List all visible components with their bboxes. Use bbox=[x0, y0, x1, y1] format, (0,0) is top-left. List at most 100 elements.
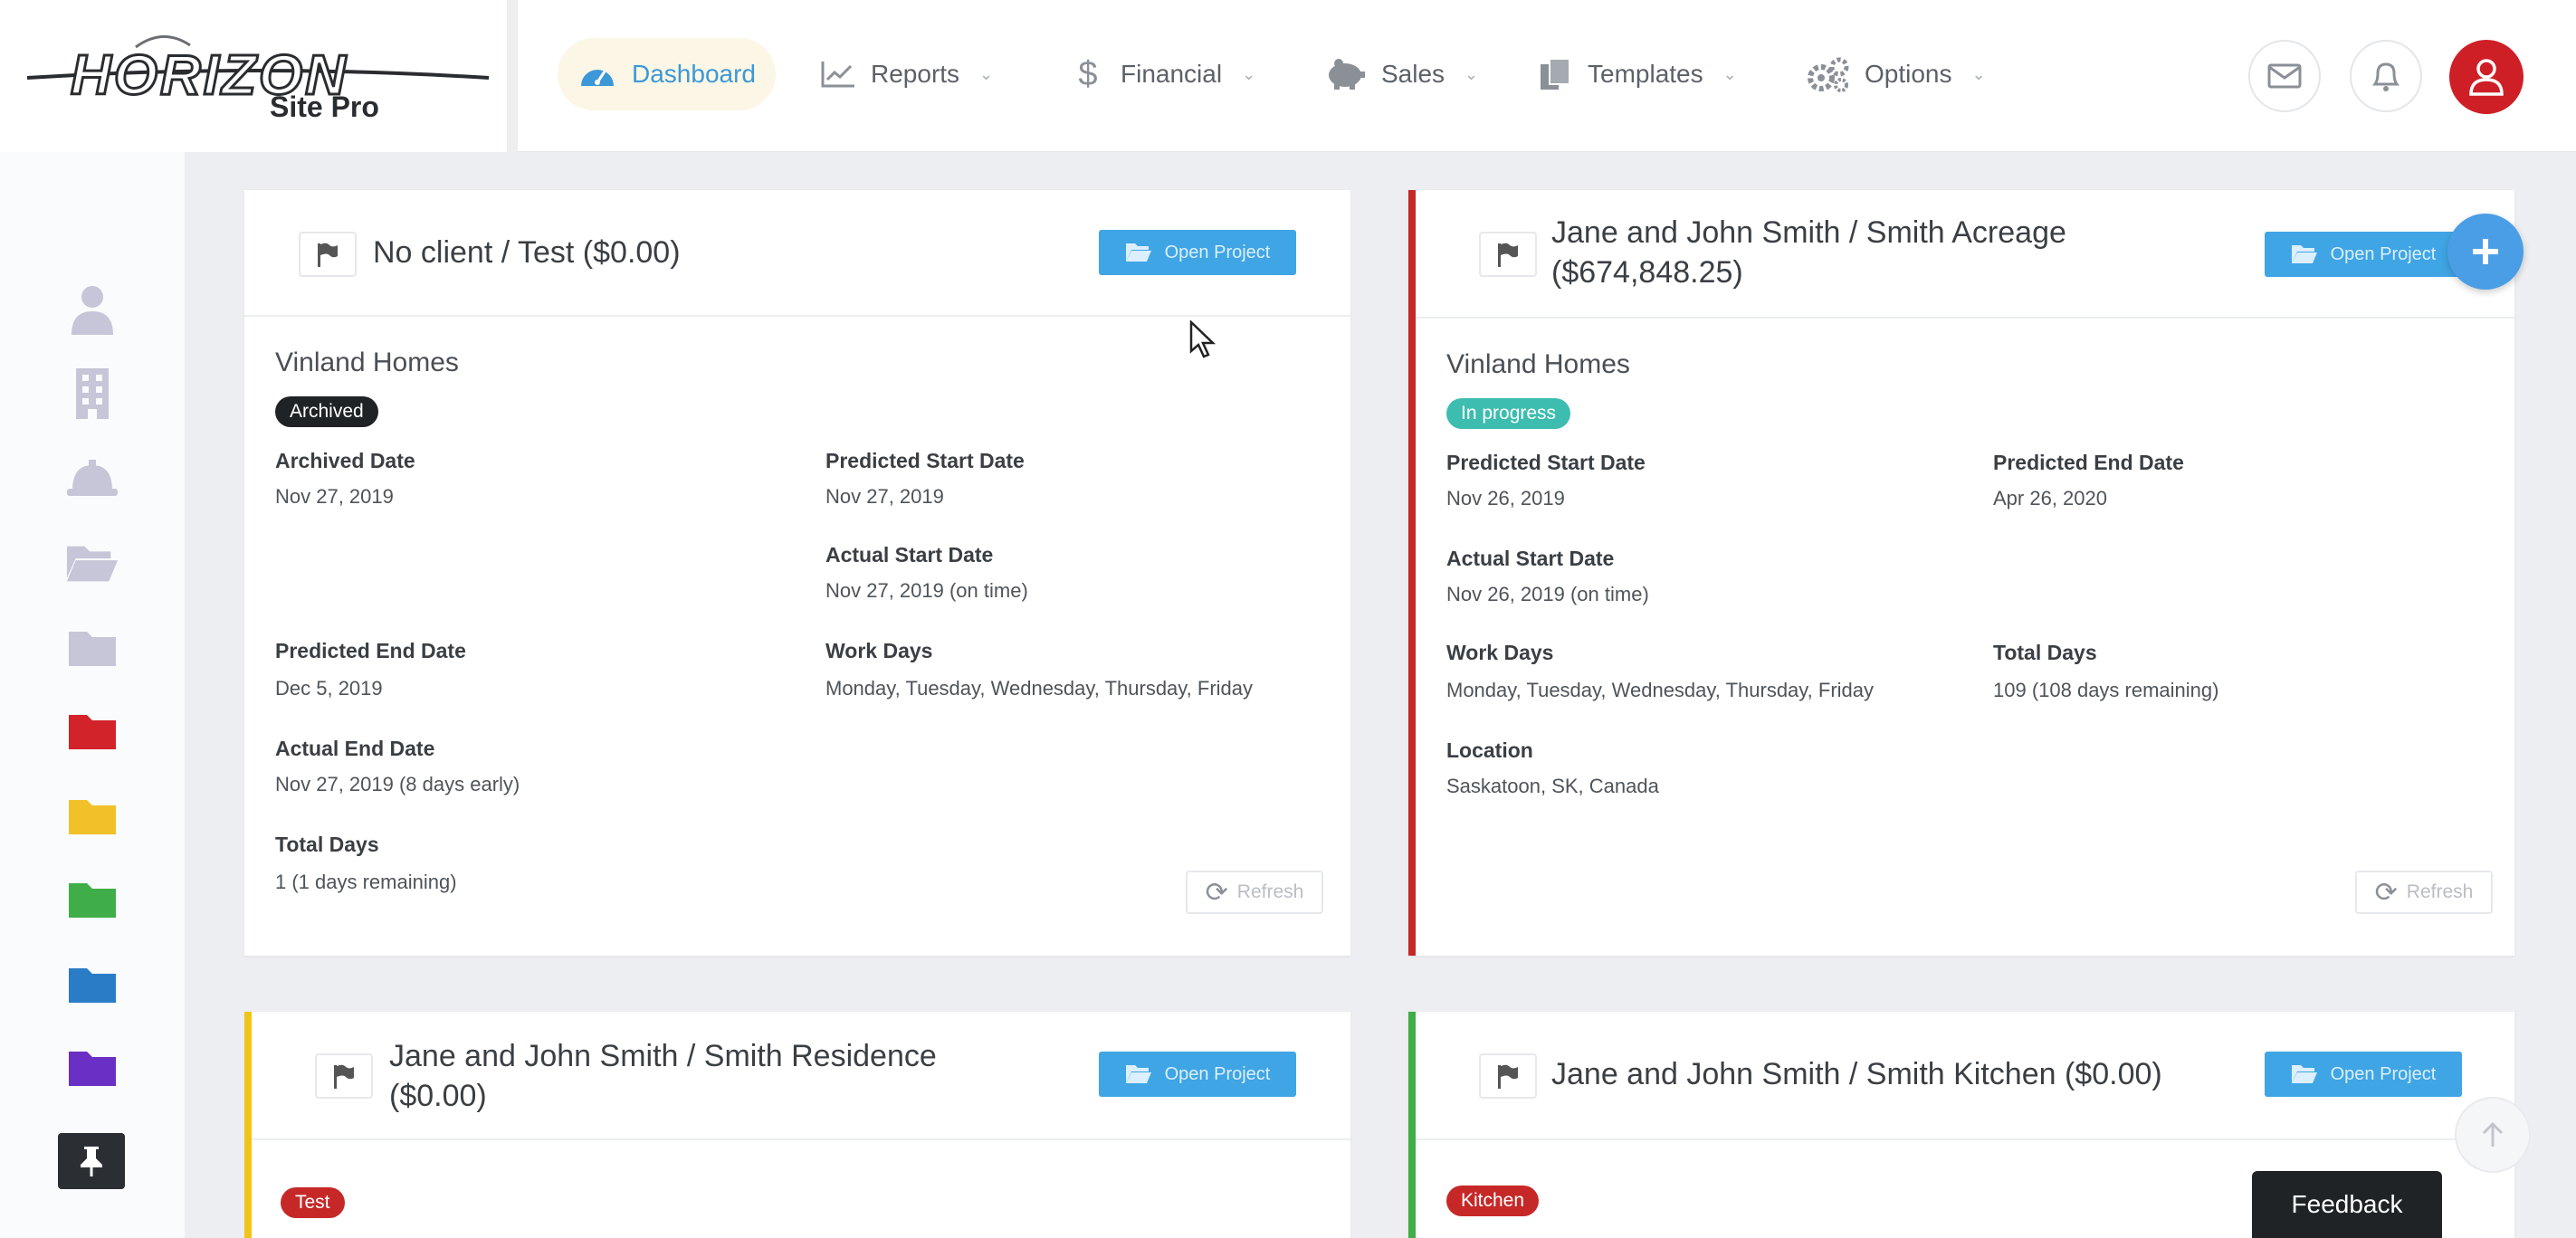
scroll-to-top-button[interactable] bbox=[2455, 1097, 2531, 1173]
refresh-icon: ⟳ bbox=[1205, 877, 1228, 908]
flag-button[interactable] bbox=[315, 1053, 373, 1099]
speedometer-icon bbox=[581, 70, 614, 86]
archived-date-label: Archived Date bbox=[275, 449, 415, 472]
nav-reports[interactable]: Reports ⌄ bbox=[800, 38, 1013, 110]
card-title: No client / Test ($0.00) bbox=[373, 235, 681, 270]
work-days-label: Work Days bbox=[825, 639, 933, 662]
refresh-button[interactable]: ⟳ Refresh bbox=[1186, 871, 1323, 914]
flag-button[interactable] bbox=[1479, 232, 1537, 277]
hard-hat-icon bbox=[67, 460, 118, 496]
sidebar-projects-open[interactable] bbox=[65, 536, 119, 590]
chevron-down-icon: ⌄ bbox=[1971, 64, 1986, 83]
nav-dashboard[interactable]: Dashboard bbox=[558, 38, 776, 110]
work-days-value: Monday, Tuesday, Wednesday, Thursday, Fr… bbox=[1446, 679, 1875, 701]
actual-start-value: Nov 27, 2019 (on time) bbox=[825, 579, 1028, 602]
nav-financial[interactable]: $ Financial ⌄ bbox=[1050, 38, 1275, 110]
logo[interactable]: HORIZON Site Pro bbox=[0, 0, 507, 152]
refresh-icon: ⟳ bbox=[2374, 877, 2398, 908]
folder-open-icon bbox=[1125, 1065, 1151, 1083]
folder-icon bbox=[69, 632, 116, 666]
notifications-button[interactable] bbox=[2350, 40, 2422, 112]
add-project-button[interactable] bbox=[2447, 214, 2524, 290]
mouse-cursor-icon bbox=[1189, 320, 1216, 358]
folder-blue-icon bbox=[69, 968, 116, 1003]
sidebar-pin[interactable] bbox=[58, 1133, 125, 1189]
work-days-label: Work Days bbox=[1446, 641, 1554, 664]
card-title-line2: ($0.00) bbox=[389, 1079, 487, 1113]
sidebar-folder-purple[interactable] bbox=[65, 1041, 119, 1095]
nav-options[interactable]: Options ⌄ bbox=[1787, 38, 2006, 110]
plus-icon bbox=[2473, 239, 2498, 264]
actual-end-value: Nov 27, 2019 (8 days early) bbox=[275, 773, 520, 795]
flag-button[interactable] bbox=[299, 232, 357, 277]
open-project-button[interactable]: Open Project bbox=[2265, 232, 2462, 277]
nav-options-label: Options bbox=[1865, 60, 1952, 88]
status-badge: Kitchen bbox=[1446, 1186, 1540, 1216]
sidebar-folder-blue[interactable] bbox=[65, 957, 119, 1012]
location-value: Saskatoon, SK, Canada bbox=[1446, 775, 1659, 797]
folder-open-icon bbox=[1125, 243, 1151, 262]
nav-reports-label: Reports bbox=[871, 60, 960, 88]
refresh-label: Refresh bbox=[2406, 881, 2474, 902]
predicted-start-value: Nov 26, 2019 bbox=[1446, 487, 1565, 509]
folder-open-icon bbox=[2291, 1065, 2317, 1083]
predicted-end-label: Predicted End Date bbox=[1993, 451, 2184, 474]
project-card: No client / Test ($0.00) Open Project Vi… bbox=[244, 190, 1350, 956]
sidebar-companies[interactable] bbox=[65, 366, 119, 420]
arrow-up-icon bbox=[2482, 1121, 2504, 1147]
sidebar-folder-yellow[interactable] bbox=[65, 789, 119, 843]
status-badge: Test bbox=[281, 1187, 345, 1218]
nav-sales[interactable]: Sales ⌄ bbox=[1303, 38, 1498, 110]
building-icon bbox=[76, 368, 109, 419]
flag-icon bbox=[334, 1064, 354, 1089]
gears-icon bbox=[1808, 57, 1849, 92]
folder-red-icon bbox=[69, 715, 116, 749]
copy-icon bbox=[1541, 58, 1570, 90]
sidebar-folder-red[interactable] bbox=[65, 704, 119, 758]
sidebar-folder-gray[interactable] bbox=[65, 621, 119, 675]
nav-sales-label: Sales bbox=[1381, 60, 1445, 88]
flag-icon bbox=[1498, 1064, 1518, 1089]
status-badge: Archived bbox=[275, 396, 378, 427]
open-project-label: Open Project bbox=[2330, 243, 2437, 264]
person-icon bbox=[72, 286, 113, 335]
folder-open-icon bbox=[66, 546, 119, 582]
open-project-button[interactable]: Open Project bbox=[1099, 230, 1296, 275]
nav-templates[interactable]: Templates ⌄ bbox=[1517, 38, 1757, 110]
piggy-bank-icon bbox=[1329, 59, 1365, 90]
sidebar-trades[interactable] bbox=[65, 451, 119, 505]
actual-start-label: Actual Start Date bbox=[825, 543, 994, 567]
total-days-value: 1 (1 days remaining) bbox=[275, 871, 457, 893]
sidebar-folder-green[interactable] bbox=[65, 872, 119, 927]
user-avatar[interactable] bbox=[2449, 40, 2524, 114]
location-label: Location bbox=[1446, 738, 1533, 762]
archived-date-value: Nov 27, 2019 bbox=[275, 485, 394, 508]
refresh-button[interactable]: ⟳ Refresh bbox=[2355, 871, 2493, 914]
dollar-icon: $ bbox=[1078, 54, 1098, 93]
company-name: Vinland Homes bbox=[275, 348, 459, 377]
project-card: Jane and John Smith / Smith Residence ($… bbox=[244, 1012, 1350, 1238]
open-project-button[interactable]: Open Project bbox=[1099, 1052, 1296, 1097]
mail-icon bbox=[2267, 63, 2302, 89]
user-avatar-icon bbox=[2469, 59, 2504, 96]
sidebar-clients[interactable] bbox=[65, 282, 119, 337]
predicted-end-value: Apr 26, 2020 bbox=[1993, 487, 2107, 509]
predicted-start-label: Predicted Start Date bbox=[1446, 451, 1646, 474]
card-title-line1: Jane and John Smith / Smith Residence bbox=[389, 1039, 937, 1073]
open-project-label: Open Project bbox=[1164, 1063, 1271, 1084]
flag-icon bbox=[318, 243, 338, 267]
open-project-label: Open Project bbox=[2330, 1063, 2437, 1084]
actual-start-label: Actual Start Date bbox=[1446, 547, 1615, 570]
mail-button[interactable] bbox=[2248, 40, 2321, 112]
flag-icon bbox=[1498, 243, 1518, 267]
predicted-end-label: Predicted End Date bbox=[275, 639, 466, 662]
predicted-start-label: Predicted Start Date bbox=[825, 449, 1025, 472]
nav-dashboard-label: Dashboard bbox=[632, 60, 756, 88]
flag-button[interactable] bbox=[1479, 1053, 1537, 1099]
total-days-label: Total Days bbox=[275, 833, 379, 856]
actual-start-value: Nov 26, 2019 (on time) bbox=[1446, 583, 1649, 605]
nav-financial-label: Financial bbox=[1121, 60, 1223, 88]
feedback-button[interactable]: Feedback bbox=[2252, 1171, 2442, 1238]
brand-tagline: Site Pro bbox=[270, 90, 379, 123]
open-project-button[interactable]: Open Project bbox=[2265, 1052, 2462, 1097]
